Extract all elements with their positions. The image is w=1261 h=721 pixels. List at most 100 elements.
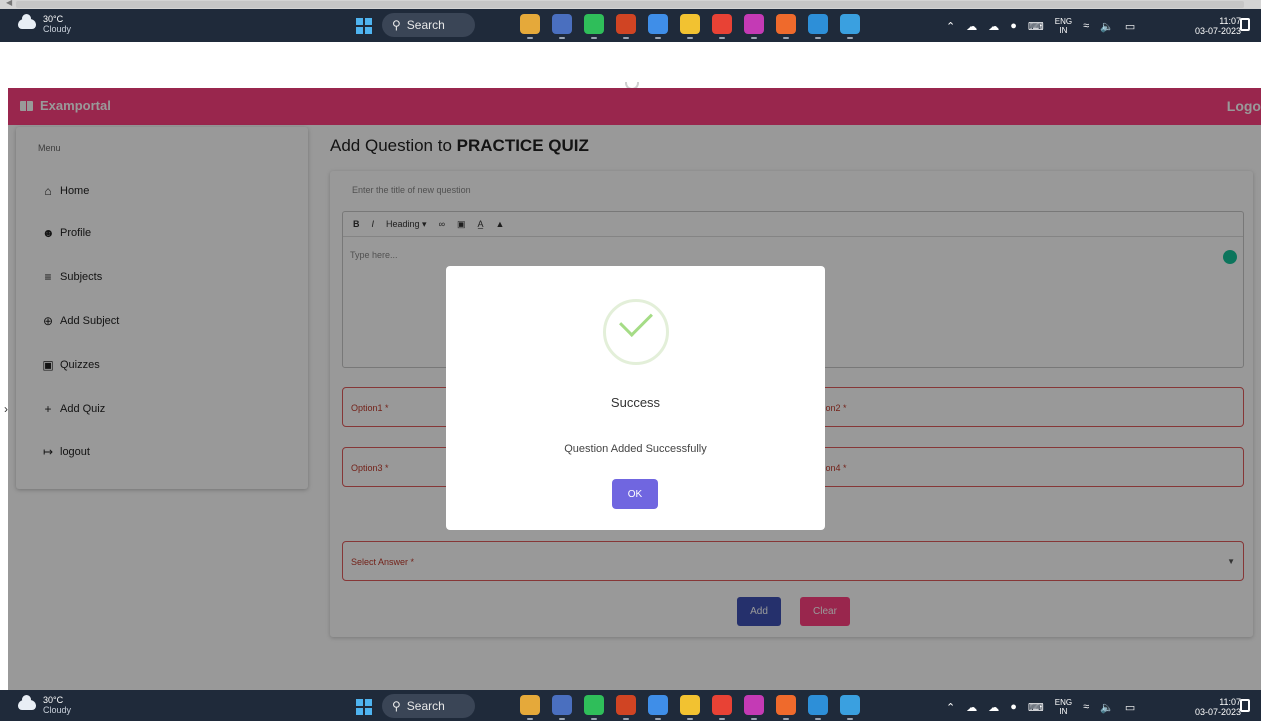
language-indicator[interactable]: ENG IN [1055,17,1072,35]
notes-icon[interactable] [552,14,572,39]
lang-code: ENG [1054,17,1073,26]
running-indicator [847,718,853,720]
running-indicator [687,718,693,720]
vscode-icon[interactable] [808,695,828,720]
chevron-up-icon[interactable]: ⌃ [946,20,955,33]
search-label: Search [406,699,445,713]
clock-date: 03-07-2023 [1195,707,1242,717]
whatsapp-icon[interactable] [584,14,604,39]
running-indicator [527,718,533,720]
weather-widget[interactable]: 30°C Cloudy [18,695,71,715]
network-cloud-icon[interactable]: ☁ [988,20,999,33]
weather-widget[interactable]: 30°C Cloudy [18,14,71,34]
weather-temp: 30°C [43,14,64,24]
weather-condition: Cloudy [43,705,72,715]
clock-time: 11:07 [1219,697,1242,707]
vscode-icon[interactable] [808,14,828,39]
taskbar-apps [520,695,860,720]
running-indicator [559,37,565,39]
windows-taskbar-bottom: 30°C Cloudy ⚲ Search ⌃ ☁ ☁ ● ⌨ ENG IN ≈ … [0,690,1261,721]
weather-condition: Cloudy [43,24,72,34]
windows-taskbar-top: 30°C Cloudy ⚲ Search ⌃ ☁ ☁ ● ⌨ ENG IN ≈ … [0,9,1261,42]
running-indicator [815,718,821,720]
notes-icon[interactable] [552,695,572,720]
cloud-icon [18,14,36,29]
xampp-icon[interactable] [776,695,796,720]
sidebar-toggle-icon[interactable]: › [4,402,8,416]
chrome-icon[interactable] [712,695,732,720]
wifi-icon[interactable]: ≈ [1083,20,1089,32]
whatsapp-icon[interactable] [584,695,604,720]
chrome-icon[interactable] [712,14,732,39]
wifi-icon[interactable]: ≈ [1083,701,1089,713]
running-indicator [719,37,725,39]
notification-icon[interactable] [1240,18,1250,31]
keyboard-icon[interactable]: ⌨ [1028,701,1044,714]
running-indicator [623,718,629,720]
taskbar-search[interactable]: ⚲ Search [382,694,475,718]
running-indicator [559,718,565,720]
scroll-left-icon[interactable]: ◀ [6,0,12,7]
app-tray-icon[interactable] [520,695,540,720]
photos-icon[interactable] [840,695,860,720]
notepad-icon[interactable] [648,14,668,39]
running-indicator [655,718,661,720]
battery-icon[interactable]: ▭ [1125,701,1135,714]
bluetooth-icon[interactable]: ● [1010,701,1017,713]
windows-start-icon[interactable] [356,18,372,34]
bluetooth-icon[interactable]: ● [1010,20,1017,32]
running-indicator [655,37,661,39]
weather-temp: 30°C [43,695,64,705]
taskbar-apps [520,14,860,39]
system-tray: ⌃ ☁ ☁ ● ⌨ ENG IN ≈ 🔈 ▭ [946,698,1135,716]
running-indicator [687,37,693,39]
scrollbar-thumb[interactable] [16,1,1244,8]
dialog-title: Success [610,395,661,410]
lang-region: IN [1059,26,1068,35]
ok-button[interactable]: OK [612,479,658,509]
running-indicator [783,37,789,39]
running-indicator [751,718,757,720]
running-indicator [751,37,757,39]
keyboard-icon[interactable]: ⌨ [1028,20,1044,33]
network-cloud-icon[interactable]: ☁ [988,701,999,714]
lang-region: IN [1059,707,1068,716]
battery-icon[interactable]: ▭ [1125,20,1135,33]
success-dialog: Success Question Added Successfully OK [446,266,825,530]
notification-icon[interactable] [1240,699,1250,712]
running-indicator [527,37,533,39]
taskbar-clock[interactable]: 11:07 03-07-2023 [1195,16,1241,36]
language-indicator[interactable]: ENG IN [1055,698,1072,716]
running-indicator [591,718,597,720]
horizontal-scrollbar[interactable]: ◀ [0,0,1261,9]
intellij-icon[interactable] [744,14,764,39]
app-tray-icon[interactable] [520,14,540,39]
search-label: Search [406,18,445,32]
clock-time: 11:07 [1219,16,1242,26]
clock-date: 03-07-2023 [1195,26,1242,36]
notepad-icon[interactable] [648,695,668,720]
taskbar-search[interactable]: ⚲ Search [382,13,475,37]
search-icon: ⚲ [392,699,401,713]
xampp-icon[interactable] [776,14,796,39]
powerpoint-icon[interactable] [616,14,636,39]
file-explorer-icon[interactable] [680,14,700,39]
file-explorer-icon[interactable] [680,695,700,720]
taskbar-clock[interactable]: 11:07 03-07-2023 [1195,697,1241,717]
search-icon: ⚲ [392,18,401,32]
photos-icon[interactable] [840,14,860,39]
onedrive-icon[interactable]: ☁ [966,701,977,714]
dialog-message: Question Added Successfully [564,443,707,455]
chevron-up-icon[interactable]: ⌃ [946,701,955,714]
powerpoint-icon[interactable] [616,695,636,720]
running-indicator [719,718,725,720]
system-tray: ⌃ ☁ ☁ ● ⌨ ENG IN ≈ 🔈 ▭ [946,17,1135,35]
cloud-icon [18,695,36,710]
intellij-icon[interactable] [744,695,764,720]
windows-start-icon[interactable] [356,699,372,715]
volume-icon[interactable]: 🔈 [1100,20,1114,33]
running-indicator [591,37,597,39]
volume-icon[interactable]: 🔈 [1100,701,1114,714]
onedrive-icon[interactable]: ☁ [966,20,977,33]
running-indicator [783,718,789,720]
